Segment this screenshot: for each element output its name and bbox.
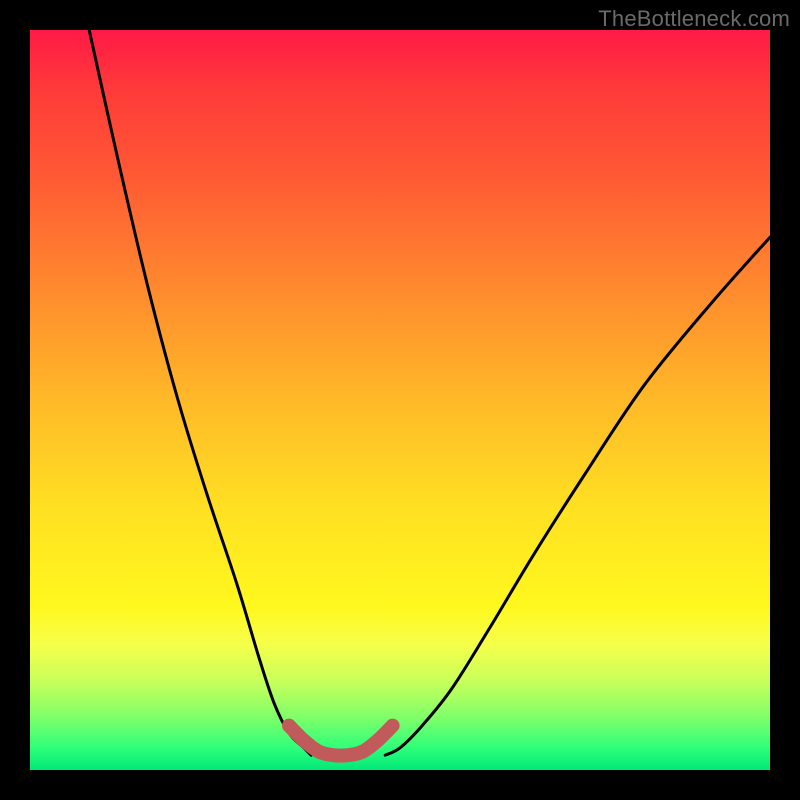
right-curve <box>385 237 770 755</box>
left-curve <box>89 30 311 755</box>
valley-highlight <box>289 726 393 756</box>
chart-frame: TheBottleneck.com <box>0 0 800 800</box>
curve-layer <box>30 30 770 770</box>
watermark-text: TheBottleneck.com <box>598 6 790 32</box>
plot-area <box>30 30 770 770</box>
